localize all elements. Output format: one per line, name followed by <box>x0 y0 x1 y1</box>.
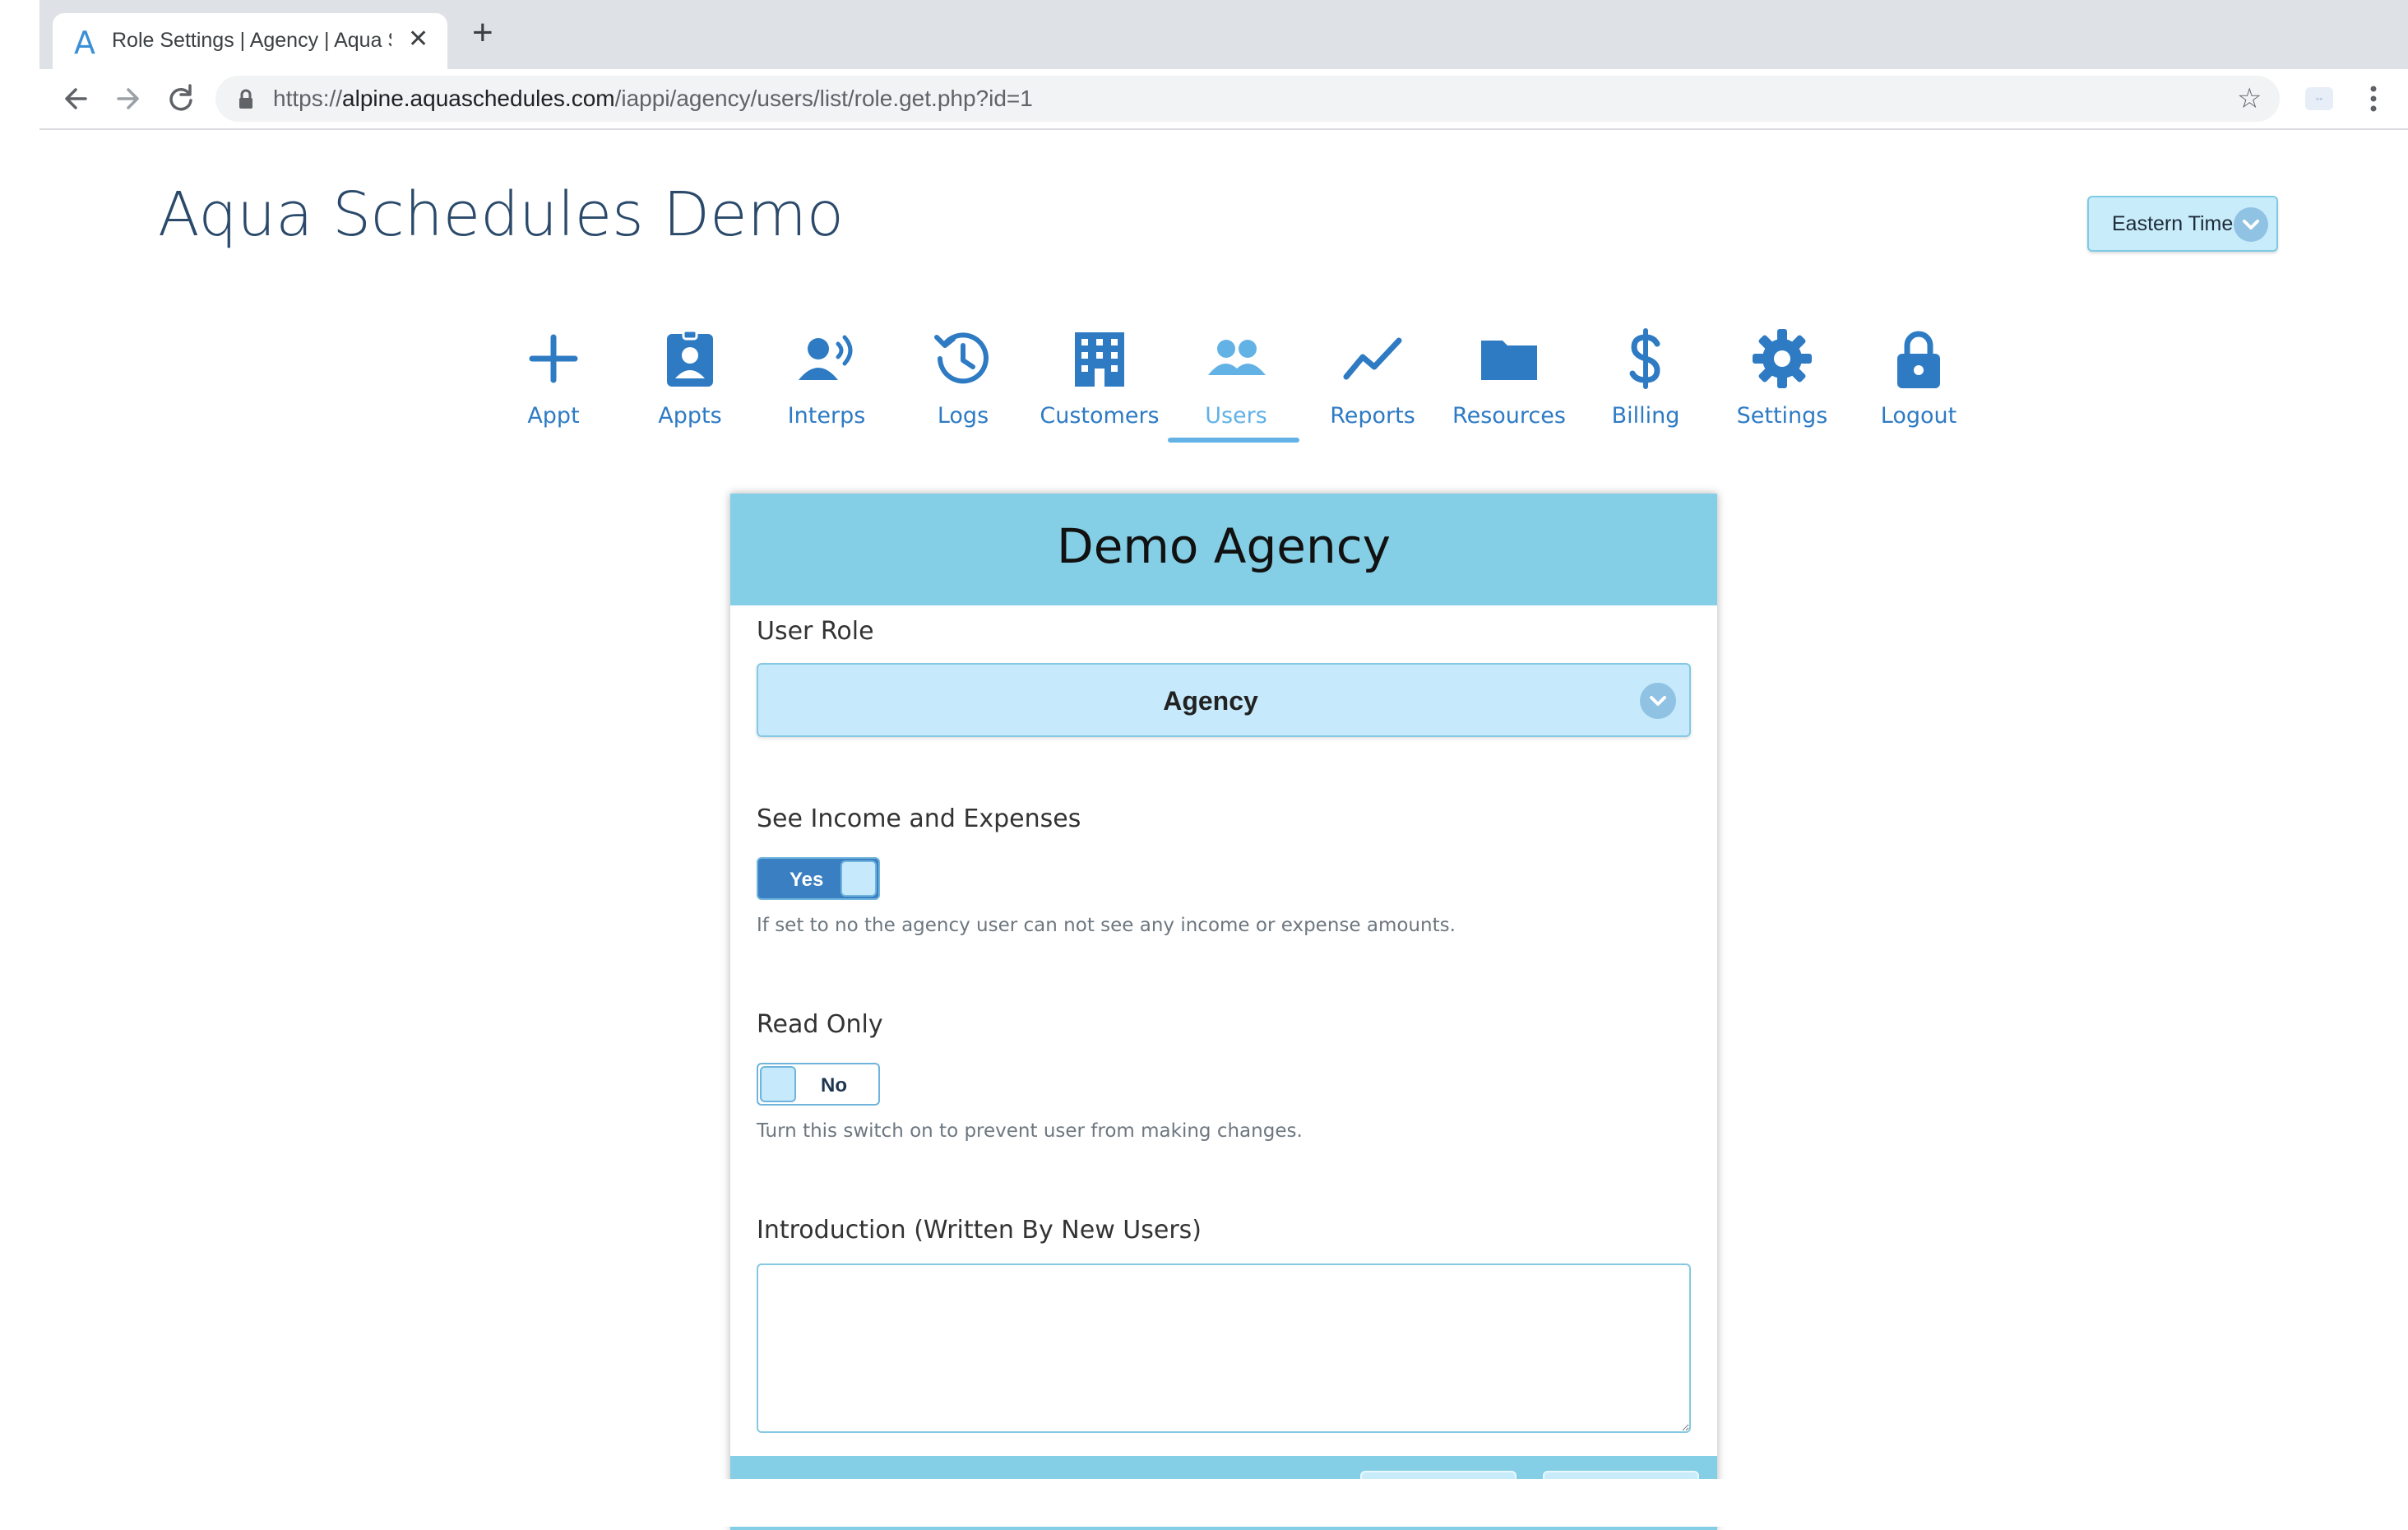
gear-icon <box>1753 329 1812 388</box>
card-title: Demo Agency <box>1057 518 1391 574</box>
nav-item-appt[interactable]: Appt <box>485 326 622 446</box>
timezone-label: Eastern Time <box>2112 212 2234 235</box>
menu-dots-icon[interactable] <box>2369 82 2378 115</box>
nav-item-reports[interactable]: Reports <box>1304 326 1441 446</box>
nav-label: Logs <box>937 403 989 429</box>
viewport-bottom-edge <box>0 1479 2408 1527</box>
star-icon[interactable]: ☆ <box>2237 82 2262 115</box>
browser-tab[interactable]: A Role Settings | Agency | Aqua Schedule… <box>53 13 447 69</box>
timezone-select[interactable]: Eastern Time <box>2087 196 2278 252</box>
nav-item-customers[interactable]: Customers <box>1031 326 1168 446</box>
user-speaking-icon <box>799 335 853 380</box>
extension-icon[interactable]: ◦◦ <box>2305 87 2333 110</box>
tab-title: Role Settings | Agency | Aqua Schedules <box>112 29 391 52</box>
nav-label: Customers <box>1040 403 1160 429</box>
chevron-down-icon <box>2234 207 2268 242</box>
url-scheme: https:// <box>273 86 343 111</box>
nav-item-logs[interactable]: Logs <box>895 326 1031 446</box>
url-text[interactable]: https://alpine.aquaschedules.com/iappi/a… <box>273 86 1033 112</box>
chevron-down-icon <box>1640 683 1676 719</box>
nav-item-users[interactable]: Users <box>1168 326 1304 446</box>
dollar-icon <box>1629 328 1660 389</box>
nav-label: Users <box>1205 403 1267 429</box>
readonly-toggle-text: No <box>821 1074 847 1096</box>
nav-item-settings[interactable]: Settings <box>1714 326 1850 446</box>
nav-label: Appts <box>658 403 722 429</box>
toggle-knob <box>760 1066 796 1102</box>
building-icon <box>1075 332 1124 387</box>
url-path: /iappi/agency/users/list/role.get.php?id… <box>614 86 1033 111</box>
nav-label: Billing <box>1611 403 1680 429</box>
intro-textarea[interactable] <box>757 1263 1691 1433</box>
nav-item-interps[interactable]: Interps <box>758 326 895 446</box>
forward-arrow-icon[interactable] <box>112 76 145 122</box>
line-chart-icon <box>1343 337 1402 380</box>
plus-icon <box>529 334 578 383</box>
user-role-value: Agency <box>1163 686 1258 716</box>
readonly-label: Read Only <box>757 1010 883 1039</box>
lock-icon <box>1897 331 1940 388</box>
readonly-toggle[interactable]: No <box>757 1063 880 1106</box>
nav-label: Resources <box>1452 403 1566 429</box>
income-toggle[interactable]: Yes <box>757 857 880 900</box>
close-icon[interactable]: ✕ <box>408 25 428 53</box>
id-badge-icon <box>667 329 713 387</box>
nav-item-billing[interactable]: Billing <box>1577 326 1714 446</box>
nav-label: Settings <box>1736 403 1828 429</box>
toggle-knob <box>840 860 877 897</box>
user-role-label: User Role <box>757 617 874 646</box>
income-help-text: If set to no the agency user can not see… <box>757 915 1456 936</box>
main-nav: Appt Appts Interps Logs Customers Users … <box>485 326 1987 446</box>
users-icon <box>1208 340 1266 375</box>
role-settings-card: Demo Agency User Role Agency See Income … <box>730 494 1717 1530</box>
back-arrow-icon[interactable] <box>59 76 92 122</box>
plus-icon[interactable]: + <box>472 15 493 51</box>
nav-label: Interps <box>787 403 866 429</box>
card-header: Demo Agency <box>730 494 1717 605</box>
nav-item-logout[interactable]: Logout <box>1850 326 1987 446</box>
user-role-select[interactable]: Agency <box>757 663 1691 737</box>
aqua-favicon-icon: A <box>74 25 95 61</box>
folder-icon <box>1481 341 1537 380</box>
income-toggle-text: Yes <box>790 869 824 891</box>
lock-icon <box>239 89 252 109</box>
nav-label: Reports <box>1330 403 1415 429</box>
nav-label: Appt <box>527 403 580 429</box>
nav-label: Logout <box>1880 403 1957 429</box>
reload-icon[interactable] <box>164 76 197 122</box>
app-title: Aqua Schedules Demo <box>158 179 845 250</box>
url-host: alpine.aquaschedules.com <box>342 86 615 111</box>
income-label: See Income and Expenses <box>757 804 1081 833</box>
readonly-help-text: Turn this switch on to prevent user from… <box>757 1120 1303 1142</box>
nav-item-resources[interactable]: Resources <box>1441 326 1577 446</box>
history-icon <box>934 332 989 384</box>
intro-label: Introduction (Written By New Users) <box>757 1216 1202 1245</box>
active-tab-indicator <box>1168 438 1299 443</box>
nav-item-appts[interactable]: Appts <box>622 326 758 446</box>
